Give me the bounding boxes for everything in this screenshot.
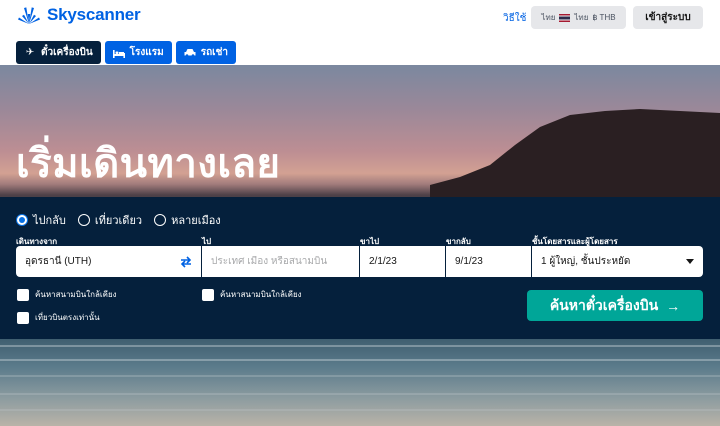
search-flights-button[interactable]: ค้นหาตั๋วเครื่องบิน → (527, 290, 703, 321)
thai-flag-icon (559, 13, 571, 22)
checkbox-icon[interactable] (17, 288, 29, 301)
region-label: ไทย (574, 13, 589, 22)
bed-icon (112, 47, 125, 59)
direct-flights-only-option[interactable]: เที่ยวบินตรงเท่านั้น (17, 311, 100, 324)
tab-car-hire[interactable]: รถเช่า (175, 41, 236, 64)
language-label: ไทย (541, 13, 556, 22)
skyscanner-logo[interactable]: Skyscanner (16, 5, 141, 25)
trip-type-multi-city-label: หลายเมือง (171, 215, 221, 227)
origin-field[interactable]: อุดรธานี (UTH) (16, 246, 201, 277)
swap-arrows-icon[interactable] (179, 255, 193, 269)
return-date-value: 9/1/23 (455, 256, 483, 267)
direct-flights-only-label: เที่ยวบินตรงเท่านั้น (35, 313, 100, 322)
sunburst-logo-icon (18, 7, 40, 25)
login-button[interactable]: เข้าสู่ระบบ (633, 6, 703, 29)
tab-hotels-label: โรงแรม (129, 47, 164, 58)
tab-car-hire-label: รถเช่า (200, 47, 228, 58)
return-date-field[interactable]: 9/1/23 (446, 246, 531, 277)
radio-icon[interactable] (77, 214, 90, 226)
chevron-down-icon (686, 259, 694, 264)
trip-type-selector: ไปกลับ เที่ยวเดียว หลายเมือง (16, 211, 221, 229)
sea-waves (0, 335, 720, 426)
product-tabs: ✈ ตั๋วเครื่องบิน โรงแรม รถเช่า (16, 41, 236, 64)
trip-type-one-way[interactable]: เที่ยวเดียว (77, 211, 143, 229)
destination-input[interactable] (211, 256, 350, 267)
trip-type-multi-city[interactable]: หลายเมือง (154, 211, 221, 229)
airplane-icon: ✈ (25, 47, 35, 58)
travellers-cabin-field[interactable]: 1 ผู้ใหญ่, ชั้นประหยัด (532, 246, 703, 277)
checkbox-icon[interactable] (17, 311, 29, 324)
origin-value: อุดรธานี (UTH) (25, 256, 92, 267)
trip-type-return[interactable]: ไปกลับ (16, 211, 66, 229)
flight-search-panel: ไปกลับ เที่ยวเดียว หลายเมือง เดินทางจาก … (0, 197, 720, 339)
tab-flights[interactable]: ✈ ตั๋วเครื่องบิน (16, 41, 101, 64)
locale-currency-button[interactable]: ไทย ไทย ฿ THB (531, 6, 626, 29)
checkbox-icon[interactable] (202, 288, 214, 301)
travellers-cabin-value: 1 ผู้ใหญ่, ชั้นประหยัด (541, 256, 631, 267)
nearby-destination-airports-option[interactable]: ค้นหาสนามบินใกล้เคียง (202, 288, 302, 301)
nearby-destination-airports-label: ค้นหาสนามบินใกล้เคียง (220, 290, 302, 299)
brand-name: Skyscanner (47, 5, 141, 24)
radio-icon[interactable] (154, 214, 167, 226)
currency-label: ฿ THB (592, 13, 616, 22)
cliff-silhouette (430, 109, 720, 205)
nearby-origin-airports-option[interactable]: ค้นหาสนามบินใกล้เคียง (17, 288, 117, 301)
nearby-origin-airports-label: ค้นหาสนามบินใกล้เคียง (35, 290, 117, 299)
destination-field[interactable] (202, 246, 359, 277)
header: Skyscanner วิธีใช้ ไทย ไทย ฿ THB เข้าสู่… (0, 0, 720, 36)
hero-title: เริ่มเดินทางเลย (16, 142, 281, 186)
depart-date-field[interactable]: 2/1/23 (360, 246, 445, 277)
trip-type-return-label: ไปกลับ (33, 215, 66, 227)
arrow-right-icon: → (666, 297, 681, 314)
tab-hotels[interactable]: โรงแรม (104, 41, 172, 64)
car-icon (184, 47, 196, 59)
tab-flights-label: ตั๋วเครื่องบิน (41, 47, 93, 58)
search-flights-label: ค้นหาตั๋วเครื่องบิน (549, 296, 659, 313)
radio-checked-icon[interactable] (16, 214, 28, 226)
depart-date-value: 2/1/23 (369, 256, 397, 267)
help-link[interactable]: วิธีใช้ (503, 11, 526, 26)
trip-type-one-way-label: เที่ยวเดียว (94, 215, 143, 227)
